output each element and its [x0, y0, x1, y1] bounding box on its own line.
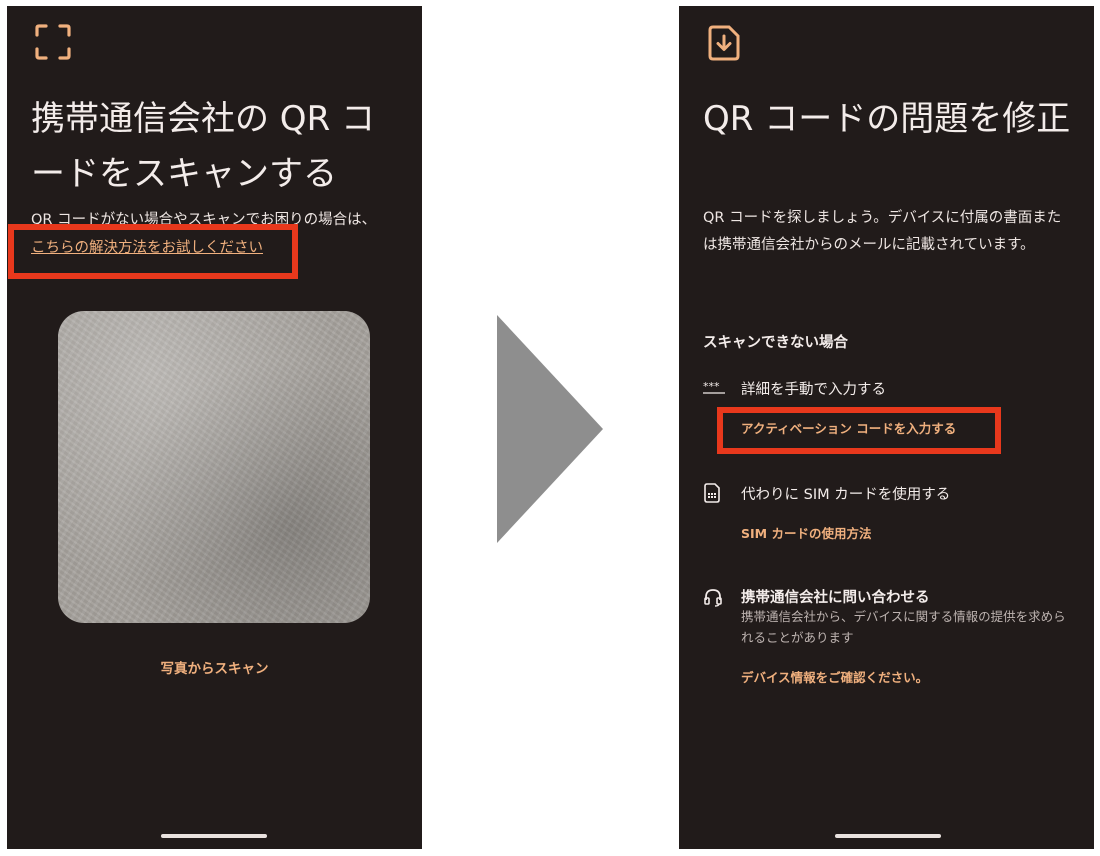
right-phone-screen: QR コードの問題を修正 QR コードを探しましょう。デバイスに付属の書面または…	[679, 6, 1094, 849]
page-title: QR コードの問題を修正	[703, 99, 1071, 139]
left-phone-screen: 携帯通信会社の QR コードをスキャンする QR コードがない場合やスキャンでお…	[7, 6, 422, 849]
page-description: QR コードを探しましょう。デバイスに付属の書面または携帯通信会社からのメールに…	[703, 210, 1062, 253]
contact-carrier-label: 携帯通信会社に問い合わせる	[741, 590, 930, 606]
camera-viewfinder	[58, 311, 370, 623]
manual-entry-label: 詳細を手動で入力する	[741, 382, 886, 398]
section-title: スキャンできない場合	[703, 335, 848, 351]
headset-icon	[704, 589, 722, 607]
contact-carrier-description: 携帯通信会社から、デバイスに関する情報の提供を求められることがあります	[741, 609, 1066, 645]
scan-from-photo-button[interactable]: 写真からスキャン	[7, 657, 422, 677]
check-device-info-button[interactable]: デバイス情報をご確認ください。	[741, 667, 928, 686]
home-indicator	[161, 834, 267, 838]
esim-download-icon	[708, 25, 740, 61]
svg-text:***: ***	[703, 382, 720, 393]
sim-card-howto-button[interactable]: SIM カードの使用方法	[741, 523, 871, 542]
page-title: 携帯通信会社の QR コードをスキャンする	[31, 99, 376, 194]
qr-scan-frame-icon	[35, 24, 71, 60]
highlight-box	[8, 224, 298, 279]
sim-card-icon	[704, 483, 720, 503]
home-indicator	[835, 834, 941, 838]
arrow-right-icon	[497, 315, 603, 543]
use-sim-card-label: 代わりに SIM カードを使用する	[741, 487, 951, 503]
highlight-box	[717, 407, 1001, 454]
password-dots-icon: ***	[703, 382, 725, 394]
